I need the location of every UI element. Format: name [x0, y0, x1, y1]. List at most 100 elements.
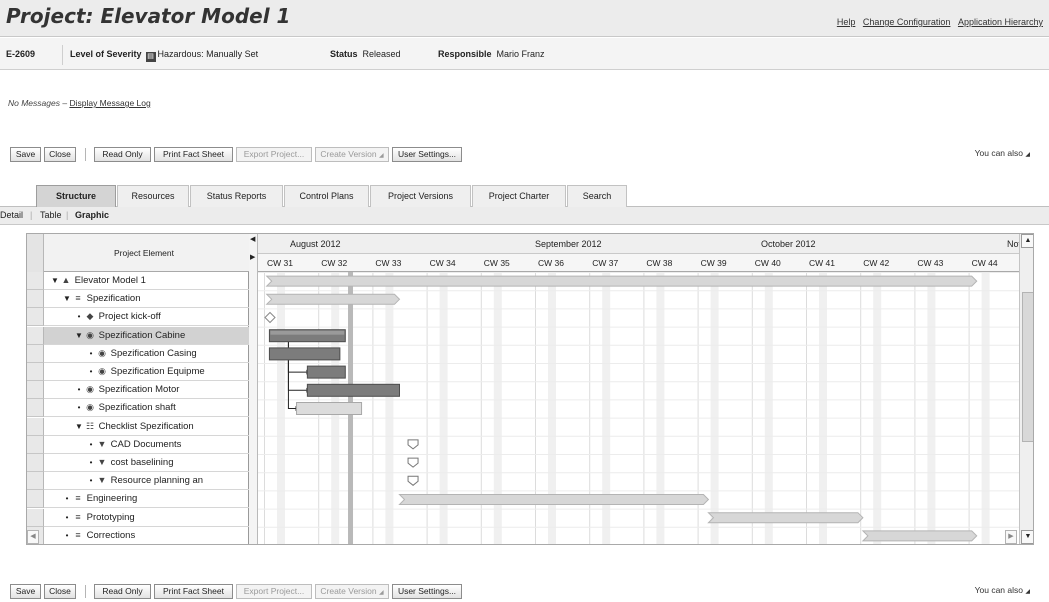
tree-row[interactable]: ▼ ▲ Elevator Model 1 — [44, 272, 249, 290]
row-selector[interactable] — [27, 417, 44, 436]
tree-row[interactable]: • ≡ Corrections — [44, 527, 249, 544]
task-bar — [268, 347, 341, 361]
row-selector[interactable] — [27, 399, 44, 418]
tree-row[interactable]: • ◉ Spezification shaft — [44, 399, 249, 418]
expand-right-icon[interactable]: ▶ — [250, 253, 255, 261]
application-hierarchy-link[interactable]: Application Hierarchy — [958, 17, 1043, 27]
toolbar-bottom: Save Close Read Only Print Fact Sheet Ex… — [10, 584, 1040, 600]
status-info: Status Released — [330, 49, 401, 59]
you-can-also-menu[interactable]: You can also ◢ — [975, 148, 1030, 158]
tab-search[interactable]: Search — [567, 185, 627, 207]
read-only-button-bottom[interactable]: Read Only — [94, 584, 151, 599]
scroll-right-icon[interactable]: ▶ — [1005, 530, 1017, 544]
splitter[interactable]: ◀ ▶ — [249, 234, 258, 544]
project-header: E-2609 Level of Severity ▤ Hazardous: Manu… — [0, 38, 1049, 70]
user-settings-button-bottom[interactable]: User Settings... — [392, 584, 462, 599]
view-graphic[interactable]: Graphic — [75, 207, 109, 224]
severity-value: Hazardous: Manually Set — [157, 49, 259, 59]
tree-row[interactable]: • ≡ Prototyping — [44, 509, 249, 527]
tab-control-plans[interactable]: Control Plans — [284, 185, 369, 207]
row-selector[interactable] — [27, 490, 44, 509]
bullet-icon: • — [89, 476, 93, 486]
tree-row[interactable]: • ▼ CAD Documents — [44, 436, 249, 454]
row-selector[interactable] — [27, 344, 44, 363]
severity-edit-icon[interactable]: ▤ — [145, 52, 156, 62]
tree-row[interactable]: • ≡ Engineering — [44, 490, 249, 509]
expand-toggle-icon[interactable]: ▼ — [74, 327, 84, 344]
print-fact-sheet-button[interactable]: Print Fact Sheet — [154, 147, 233, 162]
gantt-chart: August 2012 September 2012 October 2012 Nov… — [258, 234, 1024, 544]
bullet-icon: • — [77, 385, 81, 395]
task-circle-icon: ◉ — [86, 384, 94, 395]
tab-project-charter[interactable]: Project Charter — [472, 185, 566, 207]
read-only-button[interactable]: Read Only — [94, 147, 151, 162]
phase-icon: ≡ — [75, 493, 81, 504]
scroll-up-icon[interactable]: ▲ — [1021, 234, 1033, 248]
row-selector[interactable] — [27, 326, 44, 345]
tree-row[interactable]: • ◉ Spezification Motor — [44, 381, 249, 400]
row-selector[interactable] — [27, 272, 44, 290]
severity-label: Level of Severity — [70, 49, 142, 59]
tree-row[interactable]: • ◉ Spezification Equipme — [44, 363, 249, 381]
weekend-shade — [710, 272, 719, 544]
tab-status-reports[interactable]: Status Reports — [190, 185, 283, 207]
week-label: CW 33 — [375, 258, 401, 268]
tab-project-versions[interactable]: Project Versions — [370, 185, 471, 207]
scroll-down-icon[interactable]: ▼ — [1021, 530, 1033, 544]
expand-toggle-icon[interactable]: ▼ — [50, 272, 60, 289]
display-message-log-link[interactable]: Display Message Log — [69, 98, 150, 108]
row-selector[interactable] — [27, 508, 44, 527]
view-table[interactable]: Table — [40, 207, 62, 224]
view-detail[interactable]: Detail — [0, 207, 23, 224]
user-settings-button[interactable]: User Settings... — [392, 147, 462, 162]
tree-row[interactable]: ▼ ◉ Spezification Cabine — [44, 326, 249, 345]
tree-row-label: Resource planning an — [108, 475, 204, 487]
you-can-also-menu-bottom[interactable]: You can also ◢ — [975, 585, 1030, 595]
row-selector[interactable] — [27, 290, 44, 309]
row-selector[interactable] — [27, 381, 44, 400]
close-button[interactable]: Close — [44, 147, 76, 162]
change-configuration-link[interactable]: Change Configuration — [863, 17, 951, 27]
close-button-bottom[interactable]: Close — [44, 584, 76, 599]
save-button[interactable]: Save — [10, 147, 41, 162]
expand-toggle-icon[interactable]: ▼ — [74, 418, 84, 435]
create-version-button[interactable]: Create Version ◢ — [315, 147, 389, 162]
row-selector[interactable] — [27, 363, 44, 381]
help-link[interactable]: Help — [837, 17, 856, 27]
weekend-shade — [764, 272, 773, 544]
tree-row[interactable]: • ◆ Project kick-off — [44, 308, 249, 327]
tab-structure[interactable]: Structure — [36, 185, 116, 207]
collapse-left-icon[interactable]: ◀ — [250, 235, 255, 243]
export-project-button[interactable]: Export Project... — [236, 147, 312, 162]
row-selector[interactable] — [27, 435, 44, 454]
summary-bar — [707, 512, 864, 524]
row-selector[interactable] — [27, 472, 44, 491]
row-selector[interactable] — [27, 308, 44, 327]
scroll-left-icon[interactable]: ◀ — [27, 530, 39, 544]
tree-row[interactable]: ▼ ≡ Spezification — [44, 290, 249, 309]
responsible-label: Responsible — [438, 49, 492, 59]
weekend-shade — [385, 272, 394, 544]
print-fact-sheet-button-bottom[interactable]: Print Fact Sheet — [154, 584, 233, 599]
scroll-thumb[interactable] — [1022, 292, 1033, 442]
task-circle-icon: ◉ — [98, 347, 106, 358]
expand-toggle-icon[interactable]: ▼ — [62, 290, 72, 307]
tab-resources[interactable]: Resources — [117, 185, 189, 207]
checklist-icon: ☷ — [85, 420, 95, 431]
bullet-icon: • — [89, 367, 93, 376]
save-button-bottom[interactable]: Save — [10, 584, 41, 599]
create-version-button-bottom[interactable]: Create Version ◢ — [315, 584, 389, 599]
month-label: October 2012 — [761, 239, 816, 249]
row-selector[interactable] — [27, 454, 44, 472]
tree-row[interactable]: ▼ ☷ Checklist Spezification — [44, 418, 249, 436]
tree-row-label: Spezification Equipme — [108, 366, 205, 377]
tree-row[interactable]: • ▼ Resource planning an — [44, 472, 249, 491]
task-circle-icon: ◉ — [86, 402, 94, 413]
week-label: CW 31 — [267, 258, 293, 268]
you-can-also-label: You can also — [974, 585, 1023, 595]
tree-row[interactable]: • ◉ Spezification Casing — [44, 345, 249, 363]
export-project-button-bottom[interactable]: Export Project... — [236, 584, 312, 599]
tree-row[interactable]: • ▼ cost baselining — [44, 454, 249, 472]
vertical-scrollbar[interactable]: ▲ ▼ — [1019, 234, 1033, 544]
select-all-cell[interactable] — [27, 234, 44, 272]
